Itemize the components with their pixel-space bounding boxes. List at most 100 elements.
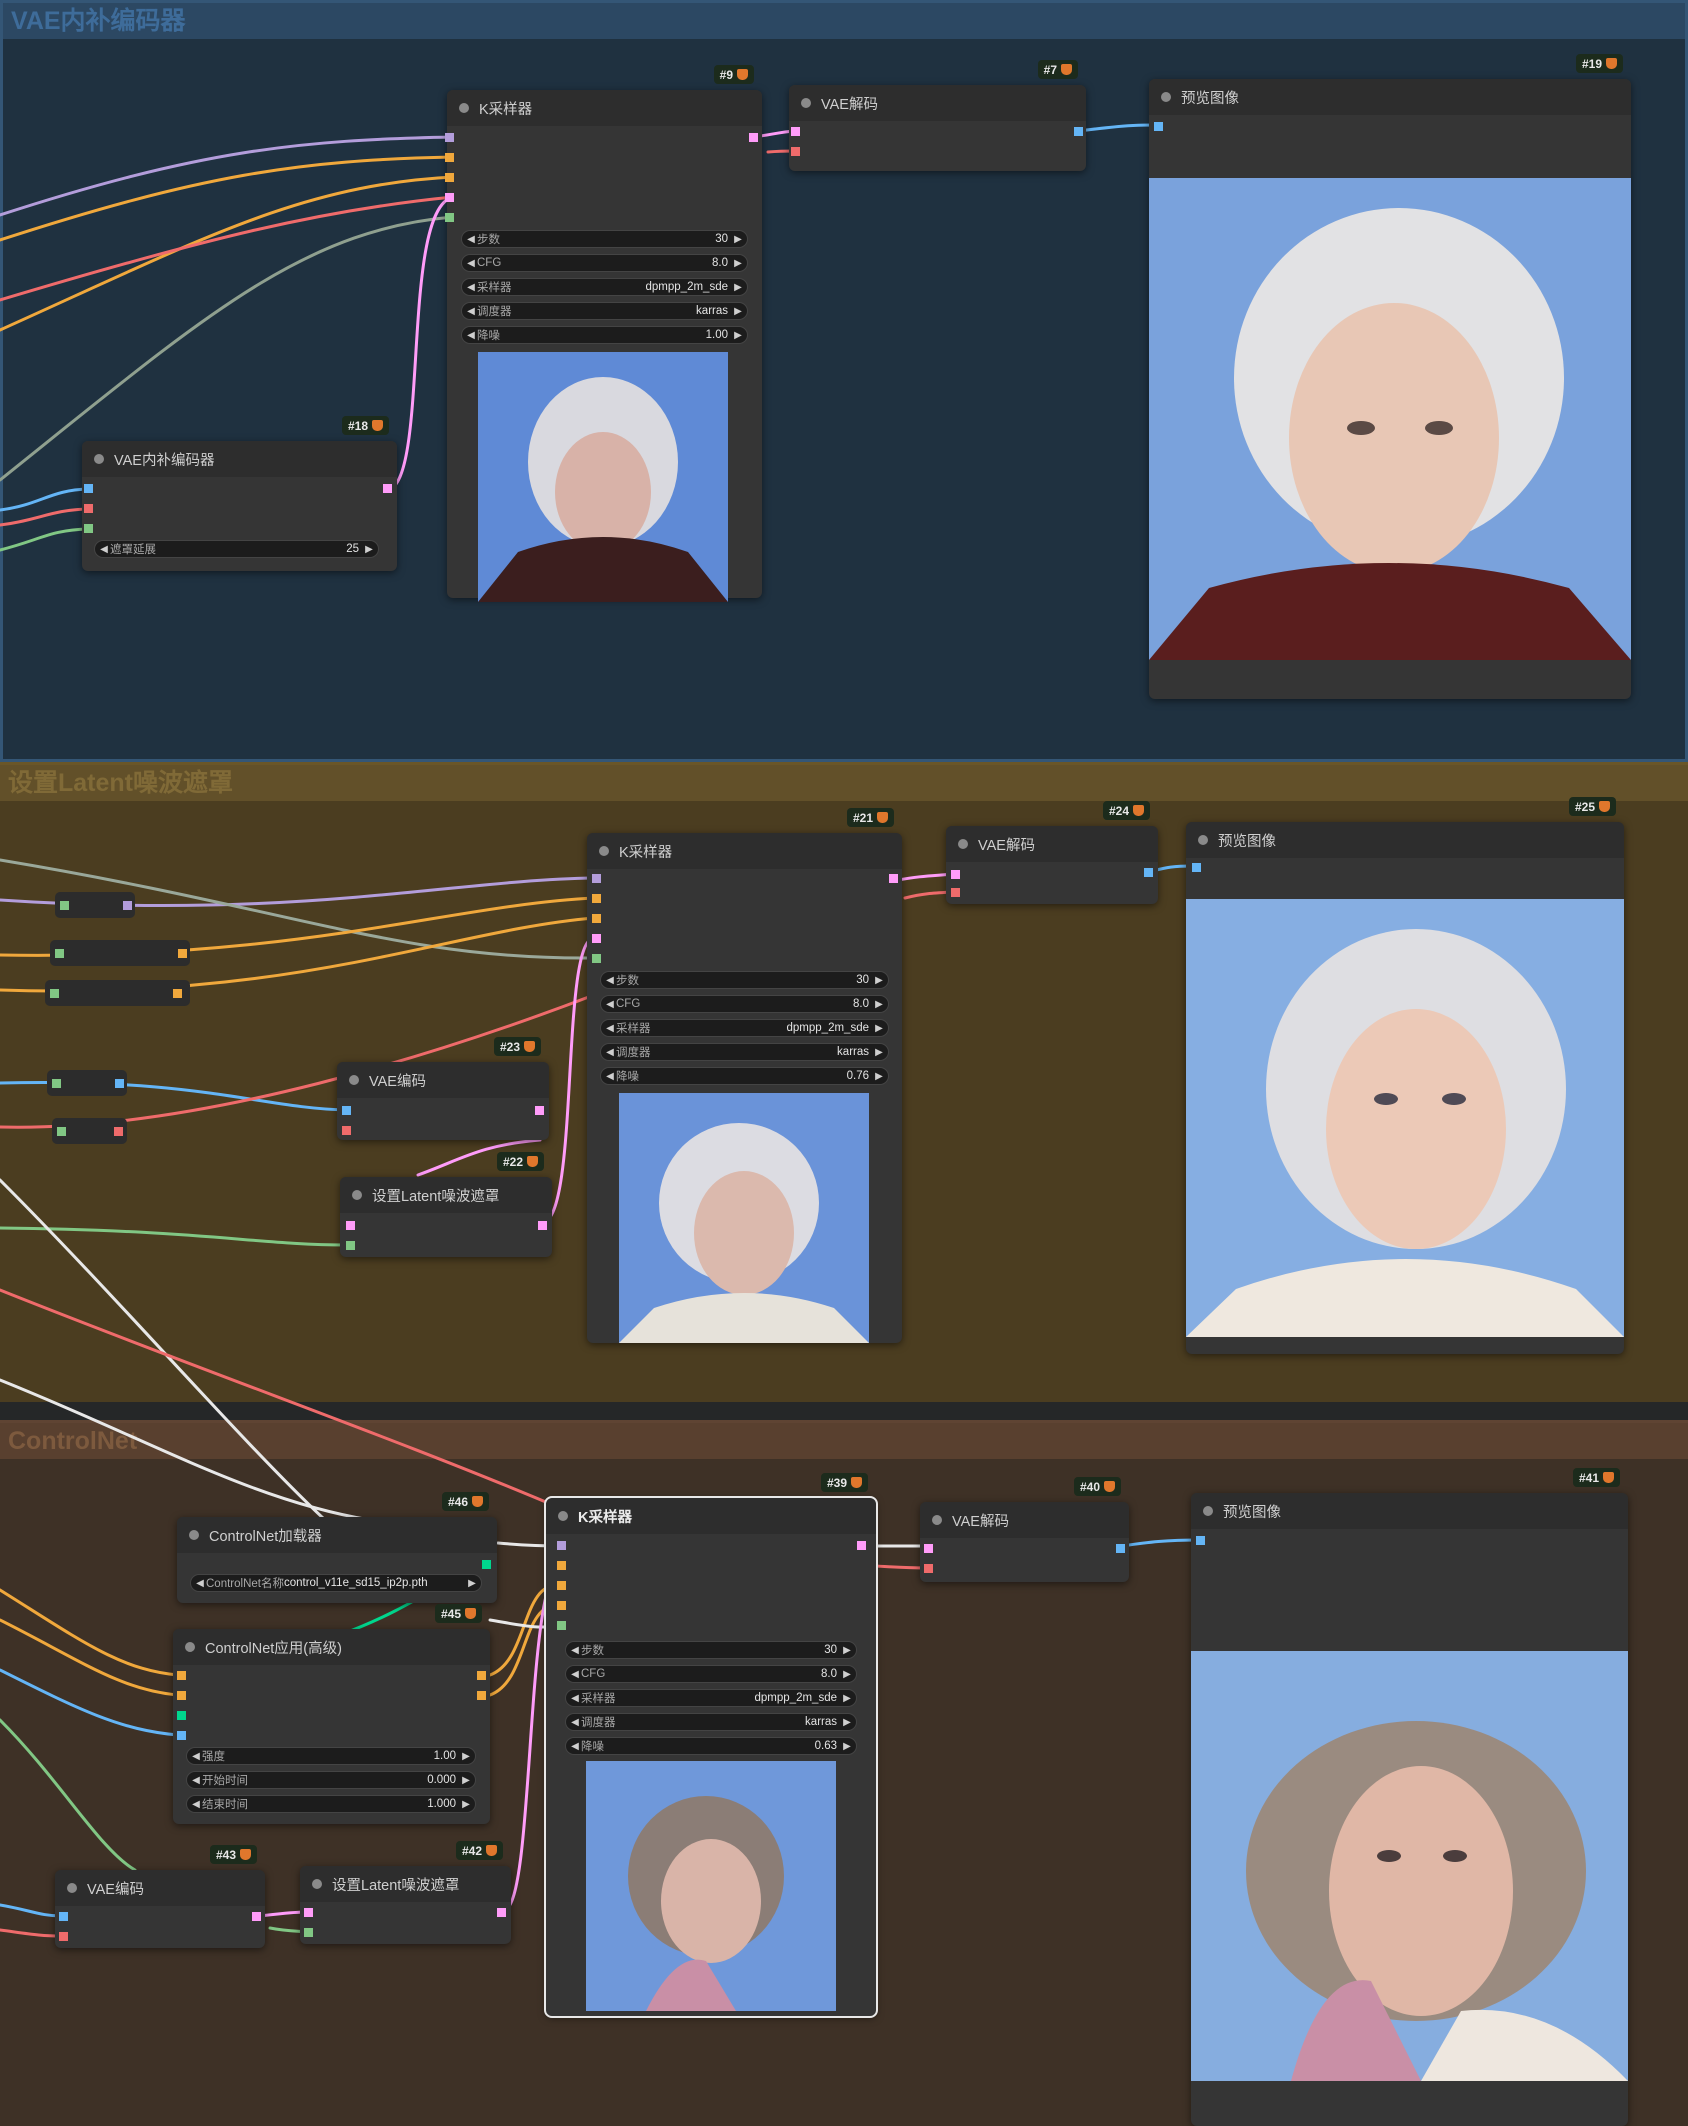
collapse-dot-icon[interactable]	[185, 1642, 195, 1652]
triangle-left-icon[interactable]: ◀	[190, 1751, 202, 1762]
node-header[interactable]: ControlNet加载器	[177, 1517, 497, 1553]
triangle-left-icon[interactable]: ◀	[465, 306, 477, 317]
triangle-right-icon[interactable]: ▶	[841, 1693, 853, 1704]
input-negative[interactable]	[445, 173, 454, 182]
input-negative[interactable]	[557, 1581, 566, 1590]
reroute-in[interactable]	[50, 989, 59, 998]
triangle-right-icon[interactable]: ▶	[873, 1023, 885, 1034]
collapse-dot-icon[interactable]	[189, 1530, 199, 1540]
input-pixels[interactable]	[342, 1106, 351, 1115]
triangle-right-icon[interactable]: ▶	[732, 282, 744, 293]
cfg-widget[interactable]: ◀ CFG 8.0 ▶	[565, 1665, 857, 1683]
vae-inpaint-encoder-node-18[interactable]: #18 VAE内补编码器 ◀ 遮罩延展 25 ▶	[82, 416, 397, 571]
input-vae[interactable]	[951, 888, 960, 897]
triangle-right-icon[interactable]: ▶	[466, 1578, 478, 1589]
ksampler-node-9[interactable]: #9 K采样器 ◀ 步数 30 ▶ ◀ CFG 8.0 ▶ ◀ 采样器 dpmpp_2m_sde…	[445, 65, 762, 602]
reroute-in[interactable]	[55, 949, 64, 958]
cfg-widget[interactable]: ◀ CFG 8.0 ▶	[600, 995, 889, 1013]
triangle-right-icon[interactable]: ▶	[732, 306, 744, 317]
node-header[interactable]: K采样器	[546, 1498, 876, 1534]
input-pixels[interactable]	[59, 1912, 68, 1921]
triangle-left-icon[interactable]: ◀	[569, 1717, 581, 1728]
group-header[interactable]	[0, 765, 1688, 801]
collapse-dot-icon[interactable]	[94, 454, 104, 464]
vae-encode-node-43[interactable]: #43 VAE编码	[55, 1845, 265, 1948]
triangle-right-icon[interactable]: ▶	[873, 1047, 885, 1058]
triangle-right-icon[interactable]: ▶	[841, 1741, 853, 1752]
output-latent[interactable]	[889, 874, 898, 883]
input-model[interactable]	[592, 874, 601, 883]
reroute[interactable]	[55, 892, 135, 918]
denoise-widget[interactable]: ◀ 降噪 0.76 ▶	[600, 1067, 889, 1085]
triangle-left-icon[interactable]: ◀	[604, 999, 616, 1010]
input-image[interactable]	[177, 1731, 186, 1740]
reroute[interactable]	[47, 1070, 127, 1096]
node-header[interactable]: 预览图像	[1149, 79, 1631, 115]
reroute-out[interactable]	[115, 1079, 124, 1088]
collapse-dot-icon[interactable]	[312, 1879, 322, 1889]
triangle-right-icon[interactable]: ▶	[841, 1717, 853, 1728]
steps-widget[interactable]: ◀ 步数 30 ▶	[600, 971, 889, 989]
start-percent-widget[interactable]: ◀ 开始时间 0.000 ▶	[186, 1771, 476, 1789]
collapse-dot-icon[interactable]	[932, 1515, 942, 1525]
input-mask[interactable]	[304, 1928, 313, 1937]
node-header[interactable]: VAE解码	[789, 85, 1086, 121]
input-samples[interactable]	[304, 1908, 313, 1917]
steps-widget[interactable]: ◀ 步数 30 ▶	[461, 230, 748, 248]
reroute-out[interactable]	[173, 989, 182, 998]
input-latent[interactable]	[445, 193, 454, 202]
reroute-in[interactable]	[57, 1127, 66, 1136]
set-latent-noise-mask-node-42[interactable]: #42 设置Latent噪波遮罩	[300, 1841, 511, 1944]
input-samples[interactable]	[924, 1544, 933, 1553]
reroute[interactable]	[50, 940, 190, 966]
input-vae[interactable]	[791, 147, 800, 156]
collapse-dot-icon[interactable]	[459, 103, 469, 113]
denoise-widget[interactable]: ◀ 降噪 0.63 ▶	[565, 1737, 857, 1755]
strength-widget[interactable]: ◀ 强度 1.00 ▶	[186, 1747, 476, 1765]
triangle-left-icon[interactable]: ◀	[604, 975, 616, 986]
controlnet-loader-node-46[interactable]: #46 ControlNet加载器 ◀ ControlNet名称 control_v…	[177, 1492, 497, 1603]
triangle-right-icon[interactable]: ▶	[732, 234, 744, 245]
set-latent-noise-mask-node-22[interactable]: #22 设置Latent噪波遮罩	[340, 1152, 552, 1257]
input-images[interactable]	[1192, 863, 1201, 872]
collapse-dot-icon[interactable]	[352, 1190, 362, 1200]
output-positive[interactable]	[477, 1671, 486, 1680]
input-mask[interactable]	[445, 213, 454, 222]
collapse-dot-icon[interactable]	[1198, 835, 1208, 845]
group-header[interactable]	[0, 1423, 1688, 1459]
ksampler-node-39[interactable]: #39 K采样器 ◀ 步数 30 ▶ ◀ CFG 8.0 ▶ ◀ 采样器 dpmpp_2m_sd…	[544, 1473, 878, 2018]
triangle-right-icon[interactable]: ▶	[732, 330, 744, 341]
vae-decode-node-40[interactable]: #40 VAE解码	[920, 1477, 1129, 1582]
reroute-in[interactable]	[52, 1079, 61, 1088]
triangle-left-icon[interactable]: ◀	[569, 1693, 581, 1704]
input-positive[interactable]	[557, 1561, 566, 1570]
collapse-dot-icon[interactable]	[801, 98, 811, 108]
triangle-right-icon[interactable]: ▶	[841, 1669, 853, 1680]
triangle-left-icon[interactable]: ◀	[604, 1023, 616, 1034]
input-mask[interactable]	[84, 524, 93, 533]
input-positive[interactable]	[177, 1671, 186, 1680]
input-latent[interactable]	[557, 1601, 566, 1610]
node-header[interactable]: VAE内补编码器	[82, 441, 397, 477]
vae-encode-node-23[interactable]: #23 VAE编码	[337, 1037, 549, 1140]
input-mask[interactable]	[346, 1241, 355, 1250]
collapse-dot-icon[interactable]	[349, 1075, 359, 1085]
collapse-dot-icon[interactable]	[1161, 92, 1171, 102]
triangle-left-icon[interactable]: ◀	[98, 544, 110, 555]
output-latent[interactable]	[749, 133, 758, 142]
triangle-right-icon[interactable]: ▶	[460, 1775, 472, 1786]
output-latent[interactable]	[857, 1541, 866, 1550]
reroute-out[interactable]	[123, 901, 132, 910]
triangle-right-icon[interactable]: ▶	[460, 1799, 472, 1810]
controlnet-name-widget[interactable]: ◀ ControlNet名称 control_v11e_sd15_ip2p.pth ▶	[190, 1574, 482, 1592]
input-positive[interactable]	[445, 153, 454, 162]
end-percent-widget[interactable]: ◀ 结束时间 1.000 ▶	[186, 1795, 476, 1813]
triangle-left-icon[interactable]: ◀	[465, 330, 477, 341]
reroute[interactable]	[52, 1118, 127, 1144]
triangle-right-icon[interactable]: ▶	[841, 1645, 853, 1656]
triangle-left-icon[interactable]: ◀	[190, 1775, 202, 1786]
collapse-dot-icon[interactable]	[558, 1511, 568, 1521]
input-negative[interactable]	[592, 914, 601, 923]
denoise-widget[interactable]: ◀ 降噪 1.00 ▶	[461, 326, 748, 344]
node-header[interactable]: 预览图像	[1191, 1493, 1628, 1529]
